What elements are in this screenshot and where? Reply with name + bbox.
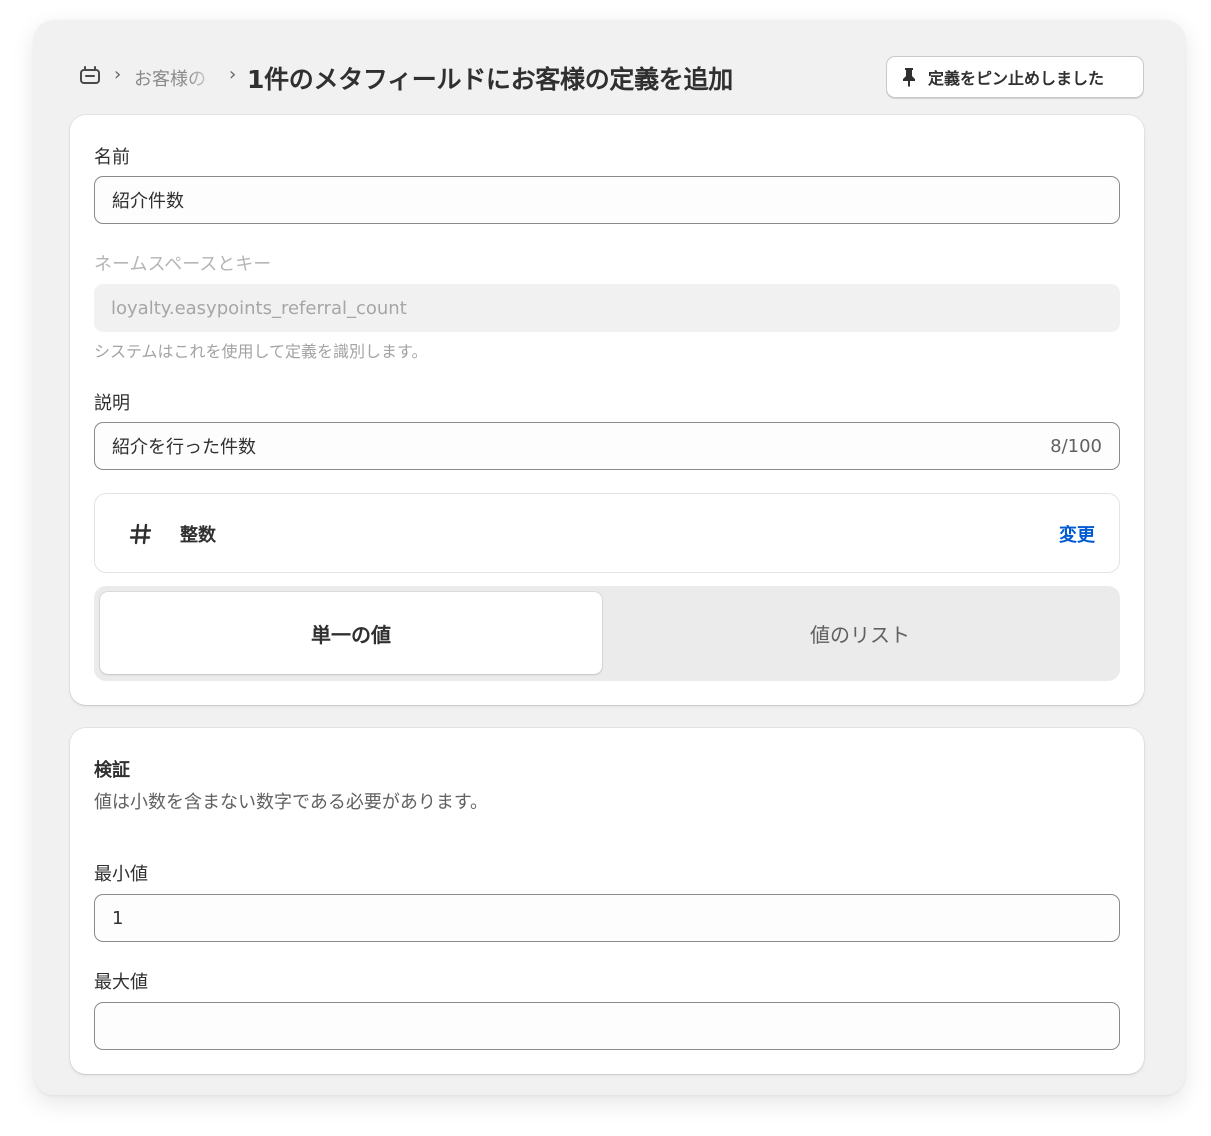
description-value: 紹介を行った件数 [112,437,256,458]
name-label: 名前 [94,147,130,168]
min-value-label: 最小値 [94,864,148,885]
min-value: 1 [112,907,124,929]
validation-card: 検証 値は小数を含まない数字である必要があります。 最小値 1 最大値 [70,728,1144,1074]
single-value-option[interactable]: 単一の値 [100,592,602,674]
page-title: 1件のメタフィールドにお客様の定義を追加 [247,65,733,94]
name-value: 紹介件数 [112,191,184,212]
min-value-field[interactable]: 1 [94,894,1120,942]
max-value-label: 最大値 [94,972,148,993]
character-counter: 8/100 [1050,435,1102,457]
pin-definition-button[interactable]: 定義をピン止めしました [886,56,1144,98]
pin-icon [903,68,915,87]
namespace-help: システムはこれを使用して定義を識別します。 [94,342,428,361]
namespace-label: ネームスペースとキー [94,254,272,275]
type-name: 整数 [180,525,216,546]
namespace-field: loyalty.easypoints_referral_count [94,284,1120,332]
type-selector: 整数 変更 [94,493,1120,573]
name-field[interactable]: 紹介件数 [94,176,1120,224]
customer-icon[interactable] [79,64,101,86]
breadcrumb-parent[interactable]: お客様の [134,65,220,89]
hash-icon [129,523,152,545]
list-of-values-option[interactable]: 値のリスト [606,592,1114,674]
pin-button-label: 定義をピン止めしました [928,71,1105,88]
validation-description: 値は小数を含まない数字である必要があります。 [94,792,489,813]
validation-title: 検証 [94,760,130,781]
max-value-field[interactable] [94,1002,1120,1050]
definition-card: 名前 紹介件数 ネームスペースとキー loyalty.easypoints_re… [70,115,1144,705]
value-mode-toggle: 単一の値 値のリスト [94,586,1120,681]
namespace-value: loyalty.easypoints_referral_count [111,297,407,319]
chevron-right-icon: › [229,64,237,85]
chevron-right-icon: › [114,64,122,85]
page-header: › お客様の › 1件のメタフィールドにお客様の定義を追加 定義をピン止めしまし… [34,20,1185,115]
change-type-link[interactable]: 変更 [1059,521,1095,547]
app-frame: › お客様の › 1件のメタフィールドにお客様の定義を追加 定義をピン止めしまし… [34,20,1185,1095]
description-field[interactable]: 紹介を行った件数 8/100 [94,422,1120,470]
description-label: 説明 [94,393,130,414]
